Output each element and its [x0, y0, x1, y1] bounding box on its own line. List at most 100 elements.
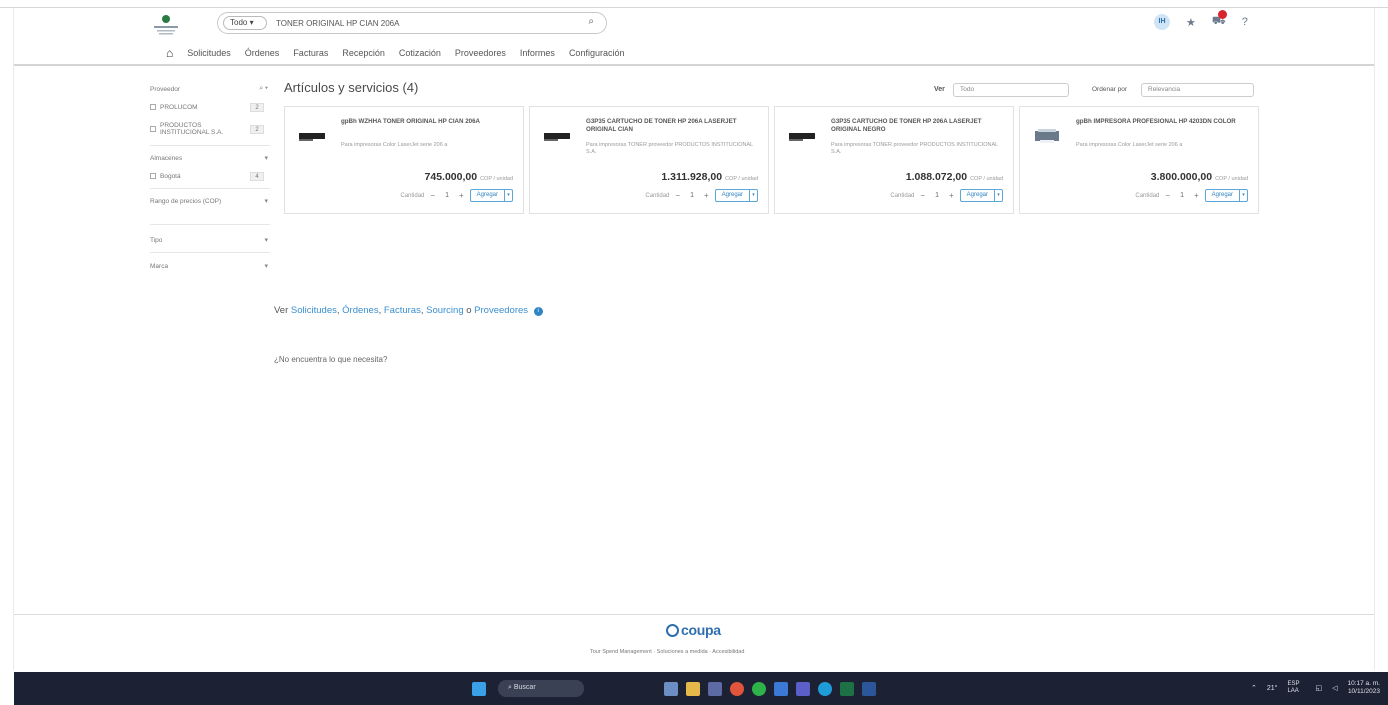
chevron-down-icon[interactable]: ▾: [264, 236, 268, 244]
teams-icon[interactable]: [796, 682, 810, 696]
quantity-decrease-button[interactable]: −: [675, 191, 680, 200]
network-icon[interactable]: ◱: [1315, 684, 1322, 692]
add-button[interactable]: Agregar ▾: [1204, 189, 1248, 202]
chevron-down-icon[interactable]: ▾: [264, 262, 268, 270]
clock[interactable]: 10:17 a. m. 10/11/2023: [1347, 680, 1380, 696]
view-select[interactable]: Todo: [953, 83, 1069, 97]
product-card[interactable]: gpBh WZHHA TONER ORIGINAL HP CIAN 206A P…: [284, 106, 524, 214]
quantity-input[interactable]: 1: [441, 192, 453, 199]
link-invoices[interactable]: Facturas: [384, 305, 421, 316]
filter-brand-header[interactable]: Marca ▾: [150, 257, 270, 275]
filter-item[interactable]: Bogotá 4: [150, 167, 270, 185]
quantity-input[interactable]: 1: [686, 192, 698, 199]
product-title[interactable]: gpBh WZHHA TONER ORIGINAL HP CIAN 206A: [341, 118, 511, 126]
filter-price-range-header[interactable]: Rango de precios (COP) ▾: [150, 192, 270, 210]
search-scope-select[interactable]: Todo ▾: [223, 16, 267, 30]
add-to-cart-controls: Cantidad − 1 + Agregar ▾: [645, 189, 758, 202]
language-indicator[interactable]: ESP LAA: [1287, 681, 1305, 695]
main-nav: ⌂ Solicitudes Órdenes Facturas Recepción…: [166, 46, 624, 60]
taskbar-search[interactable]: ⌕ Buscar: [498, 680, 584, 697]
mail-icon[interactable]: [708, 682, 722, 696]
add-button[interactable]: Agregar ▾: [714, 189, 758, 202]
home-icon[interactable]: ⌂: [166, 46, 173, 60]
tray-chevron-up-icon[interactable]: ⌃: [1251, 684, 1257, 692]
volume-icon[interactable]: ◁: [1332, 684, 1337, 692]
quantity-input[interactable]: 1: [931, 192, 943, 199]
chevron-down-icon[interactable]: ▾: [264, 154, 268, 162]
add-button[interactable]: Agregar ▾: [959, 189, 1003, 202]
chevron-down-icon[interactable]: ▾: [994, 190, 1002, 201]
filter-item[interactable]: PROLUCOM 2: [150, 98, 270, 116]
product-description: Para impresoras TONER proveedor PRODUCTO…: [831, 142, 998, 155]
global-search[interactable]: Todo ▾ ⌕: [217, 12, 607, 34]
nav-requests[interactable]: Solicitudes: [187, 48, 231, 58]
info-icon[interactable]: i: [533, 307, 543, 316]
product-image[interactable]: [787, 127, 817, 145]
link-requests[interactable]: Solicitudes: [291, 305, 337, 316]
help-icon[interactable]: ?: [1242, 16, 1248, 28]
link-sourcing[interactable]: Sourcing: [426, 305, 464, 316]
footer-links[interactable]: Tour Spend Management · Soluciones a med…: [590, 649, 744, 655]
filter-supplier-header[interactable]: Proveedor ⌕ ▾: [150, 80, 270, 98]
nav-suppliers[interactable]: Proveedores: [455, 48, 506, 58]
product-image[interactable]: [542, 127, 572, 145]
nav-orders[interactable]: Órdenes: [245, 48, 280, 58]
nav-invoices[interactable]: Facturas: [293, 48, 328, 58]
organization-logo[interactable]: [148, 12, 184, 38]
outlook-icon[interactable]: [774, 682, 788, 696]
product-title[interactable]: G3P35 CARTUCHO DE TONER HP 206A LASERJET…: [831, 118, 1001, 134]
divider: [150, 145, 270, 146]
chevron-down-icon[interactable]: ▾: [1239, 190, 1247, 201]
task-view-icon[interactable]: [664, 682, 678, 696]
checkbox[interactable]: [150, 104, 156, 110]
product-card[interactable]: gpBh IMPRESORA PROFESIONAL HP 4203DN COL…: [1019, 106, 1259, 214]
nav-receiving[interactable]: Recepción: [342, 48, 385, 58]
quantity-decrease-button[interactable]: −: [430, 191, 435, 200]
chevron-down-icon[interactable]: ▾: [264, 197, 268, 205]
filter-type-header[interactable]: Tipo ▾: [150, 231, 270, 249]
count-badge: 4: [250, 171, 264, 181]
link-orders[interactable]: Órdenes: [342, 305, 378, 316]
sort-select[interactable]: Relevancia: [1141, 83, 1254, 97]
printer-image[interactable]: [1032, 127, 1062, 145]
weather-icon[interactable]: 21°: [1267, 685, 1278, 692]
add-button[interactable]: Agregar ▾: [469, 189, 513, 202]
checkbox[interactable]: [150, 126, 156, 132]
star-icon[interactable]: ★: [1186, 16, 1196, 29]
filter-warehouse-header[interactable]: Almacenes ▾: [150, 149, 270, 167]
filter-item[interactable]: PRODUCTOS INSTITUCIONAL S.A. 2: [150, 116, 270, 142]
quantity-increase-button[interactable]: +: [704, 191, 709, 200]
quantity-input[interactable]: 1: [1176, 192, 1188, 199]
chevron-down-icon[interactable]: ▾: [504, 190, 512, 201]
nav-settings[interactable]: Configuración: [569, 48, 625, 58]
search-icon[interactable]: ⌕: [588, 16, 594, 27]
windows-start-icon[interactable]: [472, 682, 486, 696]
chevron-down-icon[interactable]: ▾: [749, 190, 757, 201]
quantity-increase-button[interactable]: +: [1194, 191, 1199, 200]
cart-icon[interactable]: ⛟: [1212, 10, 1227, 29]
product-title[interactable]: gpBh IMPRESORA PROFESIONAL HP 4203DN COL…: [1076, 118, 1246, 126]
avatar[interactable]: IH: [1154, 14, 1170, 30]
product-card[interactable]: G3P35 CARTUCHO DE TONER HP 206A LASERJET…: [529, 106, 769, 214]
quantity-decrease-button[interactable]: −: [1165, 191, 1170, 200]
checkbox[interactable]: [150, 173, 156, 179]
quantity-increase-button[interactable]: +: [459, 191, 464, 200]
file-explorer-icon[interactable]: [686, 682, 700, 696]
link-suppliers[interactable]: Proveedores: [474, 305, 528, 316]
app-icon[interactable]: [818, 682, 832, 696]
quantity-decrease-button[interactable]: −: [920, 191, 925, 200]
nav-reports[interactable]: Informes: [520, 48, 555, 58]
chrome-icon[interactable]: [730, 682, 744, 696]
product-image[interactable]: [297, 127, 327, 145]
edge-icon[interactable]: [752, 682, 766, 696]
nav-quotes[interactable]: Cotización: [399, 48, 441, 58]
word-icon[interactable]: [862, 682, 876, 696]
not-found-link[interactable]: ¿No encuentra lo que necesita?: [274, 355, 387, 364]
product-title[interactable]: G3P35 CARTUCHO DE TONER HP 206A LASERJET…: [586, 118, 756, 134]
filter-search-icon[interactable]: ⌕ ▾: [259, 85, 268, 93]
product-card[interactable]: G3P35 CARTUCHO DE TONER HP 206A LASERJET…: [774, 106, 1014, 214]
product-description: Para impresoras TONER proveedor PRODUCTO…: [586, 142, 753, 155]
excel-icon[interactable]: [840, 682, 854, 696]
search-input[interactable]: [276, 16, 576, 30]
quantity-increase-button[interactable]: +: [949, 191, 954, 200]
